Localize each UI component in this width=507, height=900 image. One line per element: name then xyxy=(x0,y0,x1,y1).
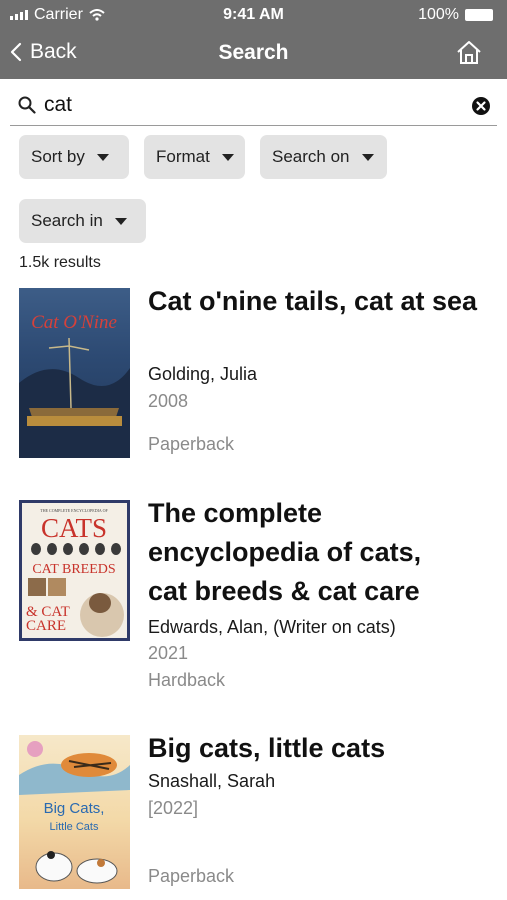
caret-down-icon xyxy=(361,153,374,161)
back-button[interactable]: Back xyxy=(10,40,77,64)
clear-icon[interactable] xyxy=(471,96,491,116)
result-year: 2008 xyxy=(148,391,189,411)
status-right: 100% xyxy=(418,6,493,24)
result-title: Cat o'nine tails, cat at sea xyxy=(148,286,478,316)
result-author: Snashall, Sarah xyxy=(148,771,276,791)
chevron-left-icon xyxy=(10,42,22,62)
cover-title-text: Big Cats, xyxy=(44,800,105,817)
search-on-dropdown[interactable]: Search on xyxy=(260,135,387,179)
result-title: The complete encyclopedia of cats, cat b… xyxy=(148,498,422,606)
caret-down-icon xyxy=(96,153,109,161)
battery-percent: 100% xyxy=(418,6,459,23)
search-in-label: Search in xyxy=(31,211,103,230)
cover-title-text: Cat O'Nine xyxy=(31,312,117,333)
result-year: [2022] xyxy=(148,798,199,818)
cover-art: Cat O'Nine xyxy=(19,312,130,458)
result-author: Edwards, Alan, (Writer on cats) xyxy=(148,617,396,637)
battery-icon xyxy=(465,9,493,21)
result-item[interactable]: Big Cats, Little Cats Big cats, little c… xyxy=(0,725,507,895)
result-format: Paperback xyxy=(148,866,235,886)
result-format: Hardback xyxy=(148,670,226,690)
book-cover-image: Big Cats, Little Cats xyxy=(19,735,130,889)
book-cover-image: THE COMPLETE ENCYCLOPEDIA OF CATS CAT BR… xyxy=(19,500,130,641)
app-header: Carrier 9:41 AM 100% Back Search xyxy=(0,0,507,79)
search-icon xyxy=(18,96,36,114)
sort-by-dropdown[interactable]: Sort by xyxy=(19,135,129,179)
result-item[interactable]: THE COMPLETE ENCYCLOPEDIA OF CATS CAT BR… xyxy=(0,490,507,700)
format-label: Format xyxy=(156,147,210,166)
navigation-bar: Back Search xyxy=(0,30,507,79)
back-label: Back xyxy=(30,40,77,63)
search-in-dropdown[interactable]: Search in xyxy=(19,199,146,243)
cover-subtitle-text: CAT BREEDS xyxy=(32,562,115,577)
result-format: Paperback xyxy=(148,434,235,454)
status-bar: Carrier 9:41 AM 100% xyxy=(0,0,507,30)
result-title: Big cats, little cats xyxy=(148,733,386,763)
caret-down-icon xyxy=(114,217,127,225)
result-item[interactable]: Cat O'Nine Cat o'nine tails, cat at sea … xyxy=(0,280,507,470)
result-author: Golding, Julia xyxy=(148,364,258,384)
search-input[interactable] xyxy=(44,90,464,120)
results-count: 1.5k results xyxy=(19,254,101,271)
search-on-label: Search on xyxy=(272,147,350,166)
cover-text-4: CARE xyxy=(26,618,66,634)
search-bar xyxy=(10,86,497,126)
sort-by-label: Sort by xyxy=(31,147,85,166)
cover-art: Big Cats, Little Cats xyxy=(19,741,130,884)
home-icon[interactable] xyxy=(455,39,483,67)
book-cover-image: Cat O'Nine xyxy=(19,288,130,458)
cover-subtitle-text: Little Cats xyxy=(50,821,99,833)
cover-art: THE COMPLETE ENCYCLOPEDIA OF CATS CAT BR… xyxy=(26,508,124,637)
result-year: 2021 xyxy=(148,643,189,663)
format-dropdown[interactable]: Format xyxy=(144,135,245,179)
caret-down-icon xyxy=(221,153,234,161)
cover-title-text: CATS xyxy=(41,513,107,543)
